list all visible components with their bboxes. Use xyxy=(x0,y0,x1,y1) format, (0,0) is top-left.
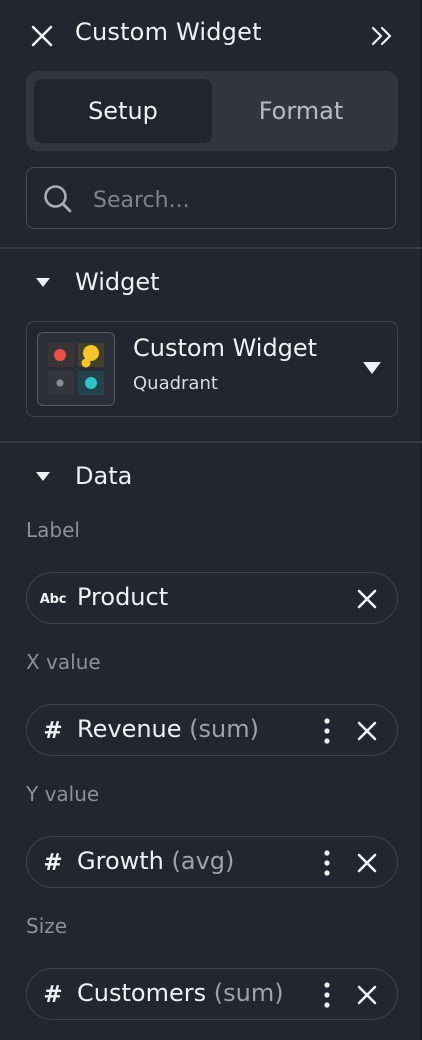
close-icon xyxy=(357,985,377,1005)
label-field-label: Label xyxy=(26,518,80,542)
field-name: Revenue (sum) xyxy=(77,715,259,743)
close-icon xyxy=(357,853,377,873)
close-icon xyxy=(357,721,377,741)
field-name-text: Product xyxy=(77,583,169,611)
number-type-icon: # xyxy=(43,982,63,1008)
tab-setup[interactable]: Setup xyxy=(34,79,212,143)
field-options-button[interactable] xyxy=(313,981,341,1009)
text-type-icon: Abc xyxy=(39,591,67,607)
divider xyxy=(0,441,422,443)
number-type-icon: # xyxy=(43,850,63,876)
search-box xyxy=(26,167,396,229)
quadrant-chart-icon xyxy=(48,343,104,395)
field-name: Product xyxy=(77,583,168,611)
remove-field-button[interactable] xyxy=(353,849,381,877)
data-section-label: Data xyxy=(75,462,133,490)
field-name: Customers (sum) xyxy=(77,979,284,1007)
more-vertical-icon xyxy=(324,850,330,876)
panel-title: Custom Widget xyxy=(75,18,262,46)
quadrant-thumbnail xyxy=(37,332,115,406)
widget-type-dropdown[interactable]: Custom Widget Quadrant xyxy=(26,321,398,417)
field-name: Growth (avg) xyxy=(77,847,234,875)
widget-type-subtype: Quadrant xyxy=(133,373,218,394)
aggregation-label: (avg) xyxy=(171,847,235,875)
more-vertical-icon xyxy=(324,982,330,1008)
aggregation-label: (sum) xyxy=(213,979,284,1007)
search-icon xyxy=(44,185,72,213)
panel-header: Custom Widget xyxy=(0,0,422,72)
remove-field-button[interactable] xyxy=(353,717,381,745)
double-chevron-right-icon xyxy=(371,26,392,46)
y-value-field-label: Y value xyxy=(26,782,100,806)
remove-field-button[interactable] xyxy=(353,981,381,1009)
field-name-text: Revenue xyxy=(77,715,182,743)
field-name-text: Customers xyxy=(77,979,207,1007)
tab-format[interactable]: Format xyxy=(212,79,390,143)
divider xyxy=(0,247,422,249)
x-value-field-pill[interactable]: # Revenue (sum) xyxy=(26,704,398,756)
number-type-icon: # xyxy=(43,718,63,744)
remove-field-button[interactable] xyxy=(353,585,381,613)
close-button[interactable] xyxy=(28,22,56,50)
caret-down-icon xyxy=(363,362,381,374)
field-name-text: Growth xyxy=(77,847,164,875)
data-section-header[interactable]: Data xyxy=(0,456,422,500)
size-field-pill[interactable]: # Customers (sum) xyxy=(26,968,398,1020)
setup-format-tabs: Setup Format xyxy=(26,71,398,151)
close-icon xyxy=(357,589,377,609)
widget-type-name: Custom Widget xyxy=(133,334,318,362)
widget-section-header[interactable]: Widget xyxy=(0,262,422,306)
label-field-pill[interactable]: Abc Product xyxy=(26,572,398,624)
caret-down-icon xyxy=(36,278,50,287)
widget-section-label: Widget xyxy=(75,268,160,296)
collapse-panel-button[interactable] xyxy=(366,20,398,52)
y-value-field-pill[interactable]: # Growth (avg) xyxy=(26,836,398,888)
search-input[interactable] xyxy=(91,182,385,218)
custom-widget-panel: Custom Widget Setup Format Widget xyxy=(0,0,422,1040)
aggregation-label: (sum) xyxy=(189,715,259,743)
close-icon xyxy=(31,25,53,47)
field-options-button[interactable] xyxy=(313,849,341,877)
field-options-button[interactable] xyxy=(313,717,341,745)
caret-down-icon xyxy=(36,472,50,481)
size-field-label: Size xyxy=(26,914,68,938)
more-vertical-icon xyxy=(324,718,330,744)
x-value-field-label: X value xyxy=(26,650,101,674)
